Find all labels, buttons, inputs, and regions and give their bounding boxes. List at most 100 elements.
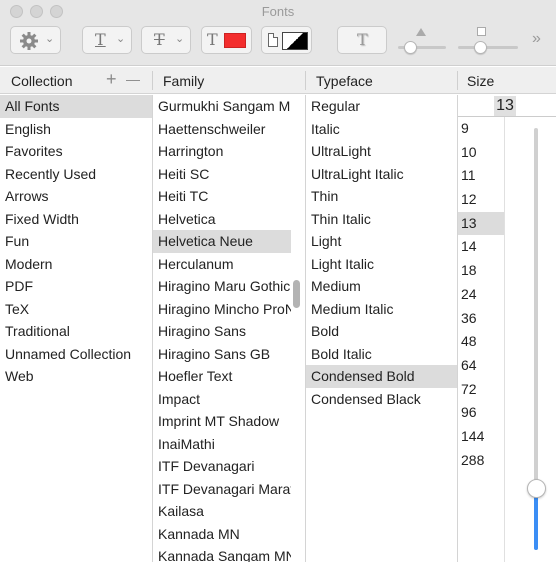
size-item[interactable]: 36 <box>458 307 504 331</box>
collection-item[interactable]: Unnamed Collection <box>0 343 152 366</box>
family-item[interactable]: Haettenschweiler <box>153 118 291 141</box>
typeface-item[interactable]: UltraLight <box>306 140 457 163</box>
size-item[interactable]: 9 <box>458 117 504 141</box>
size-item[interactable]: 96 <box>458 401 504 425</box>
collection-item[interactable]: Recently Used <box>0 163 152 186</box>
size-item[interactable]: 10 <box>458 141 504 165</box>
family-item[interactable]: Hoefler Text <box>153 365 291 388</box>
family-item[interactable]: Herculanum <box>153 253 291 276</box>
typeface-item[interactable]: Thin Italic <box>306 208 457 231</box>
collection-item[interactable]: All Fonts <box>0 95 152 118</box>
action-menu-button[interactable]: ⌄ <box>10 26 61 54</box>
typeface-item[interactable]: Medium Italic <box>306 298 457 321</box>
collection-item[interactable]: English <box>0 118 152 141</box>
family-item[interactable]: Helvetica Neue <box>153 230 291 253</box>
collection-list[interactable]: All Fonts English Favorites Recently Used Ar… <box>0 95 152 562</box>
size-slider-knob[interactable] <box>527 479 546 498</box>
family-item[interactable]: ITF Devanagari <box>153 455 291 478</box>
collection-item[interactable]: Favorites <box>0 140 152 163</box>
family-item[interactable]: ITF Devanagari Marathi <box>153 478 291 501</box>
typeface-item[interactable]: Condensed Bold <box>306 365 457 388</box>
column-divider[interactable] <box>305 71 306 90</box>
underline-icon: T <box>95 30 106 49</box>
family-item[interactable]: Hiragino Sans GB <box>153 343 291 366</box>
size-item[interactable]: 48 <box>458 330 504 354</box>
size-item[interactable]: 288 <box>458 449 504 473</box>
typeface-item[interactable]: Condensed Black <box>306 388 457 411</box>
family-item[interactable]: Kannada MN <box>153 523 291 546</box>
chevron-down-icon: ⌄ <box>45 33 55 45</box>
size-item[interactable]: 12 <box>458 188 504 212</box>
collection-item[interactable]: Modern <box>0 253 152 276</box>
typeface-item[interactable]: Bold Italic <box>306 343 457 366</box>
size-input[interactable]: 13 <box>494 96 516 116</box>
add-collection-button[interactable]: + <box>106 69 117 90</box>
family-list[interactable]: Gurmukhi Sangam MN Haettenschweiler Harrin… <box>153 95 291 562</box>
collection-item[interactable]: Web <box>0 365 152 388</box>
collection-item[interactable]: Arrows <box>0 185 152 208</box>
family-item[interactable]: InaiMathi <box>153 433 291 456</box>
family-item[interactable]: Hiragino Sans <box>153 320 291 343</box>
size-list[interactable]: 9 10 11 12 13 14 18 24 36 48 64 72 96 144 288 <box>458 117 504 472</box>
column-divider[interactable] <box>457 71 458 90</box>
typeface-item[interactable]: Regular <box>306 95 457 118</box>
size-item[interactable]: 11 <box>458 164 504 188</box>
document-icon <box>268 33 278 47</box>
size-item[interactable]: 64 <box>458 354 504 378</box>
document-color-swatch <box>282 32 308 50</box>
remove-collection-button[interactable]: — <box>126 71 140 87</box>
size-item[interactable]: 18 <box>458 259 504 283</box>
typeface-header: Typeface <box>316 73 373 89</box>
typeface-item[interactable]: Light <box>306 230 457 253</box>
family-item[interactable]: Hiragino Mincho ProN <box>153 298 291 321</box>
typeface-item[interactable]: Medium <box>306 275 457 298</box>
collection-item[interactable]: TeX <box>0 298 152 321</box>
size-item[interactable]: 144 <box>458 425 504 449</box>
chevron-down-icon: ⌄ <box>116 33 126 45</box>
family-item[interactable]: Harrington <box>153 140 291 163</box>
family-item[interactable]: Heiti TC <box>153 185 291 208</box>
text-shadow-button[interactable]: T <box>337 26 387 54</box>
family-item[interactable]: Gurmukhi Sangam MN <box>153 95 291 118</box>
shadow-blur-knob[interactable] <box>474 41 487 54</box>
column-headers: Collection + — Family Typeface Size <box>0 67 556 94</box>
size-item[interactable]: 72 <box>458 378 504 402</box>
blur-icon <box>477 27 486 36</box>
size-item[interactable]: 13 <box>458 211 504 236</box>
size-header: Size <box>467 73 495 89</box>
family-item[interactable]: Heiti SC <box>153 163 291 186</box>
family-item[interactable]: Imprint MT Shadow <box>153 410 291 433</box>
typeface-item[interactable]: Bold <box>306 320 457 343</box>
typeface-list[interactable]: Regular Italic UltraLight UltraLight Italic… <box>306 95 457 562</box>
family-item[interactable]: Impact <box>153 388 291 411</box>
column-divider[interactable] <box>152 71 153 90</box>
fonts-window: Fonts ⌄ T ⌄ T ⌄ T T » Collection + — Fam… <box>0 0 556 562</box>
collection-item[interactable]: Fun <box>0 230 152 253</box>
family-list-scrollbar[interactable] <box>293 280 300 308</box>
size-field[interactable]: 13 <box>458 95 556 117</box>
text-color-button[interactable]: T <box>201 26 252 54</box>
typeface-item[interactable]: Light Italic <box>306 253 457 276</box>
collection-item[interactable]: Traditional <box>0 320 152 343</box>
window-title: Fonts <box>261 4 295 19</box>
collection-item[interactable]: Fixed Width <box>0 208 152 231</box>
family-item[interactable]: Kailasa <box>153 500 291 523</box>
typeface-item[interactable]: Thin <box>306 185 457 208</box>
family-item[interactable]: Kannada Sangam MN <box>153 545 291 562</box>
toolbar-overflow-icon[interactable]: » <box>532 30 541 48</box>
shadow-opacity-knob[interactable] <box>404 41 417 54</box>
strikethrough-button[interactable]: T ⌄ <box>141 26 191 54</box>
document-color-button[interactable] <box>261 26 312 54</box>
chevron-down-icon: ⌄ <box>175 33 185 45</box>
family-item[interactable]: Hiragino Maru Gothic ProN <box>153 275 291 298</box>
family-item[interactable]: Helvetica <box>153 208 291 231</box>
opacity-icon <box>416 28 426 36</box>
shadow-blur-slider[interactable] <box>458 46 518 49</box>
size-item[interactable]: 24 <box>458 283 504 307</box>
underline-button[interactable]: T ⌄ <box>82 26 132 54</box>
collection-item[interactable]: PDF <box>0 275 152 298</box>
typeface-item[interactable]: UltraLight Italic <box>306 163 457 186</box>
size-item[interactable]: 14 <box>458 235 504 259</box>
strikethrough-icon: T <box>154 30 165 49</box>
typeface-item[interactable]: Italic <box>306 118 457 141</box>
